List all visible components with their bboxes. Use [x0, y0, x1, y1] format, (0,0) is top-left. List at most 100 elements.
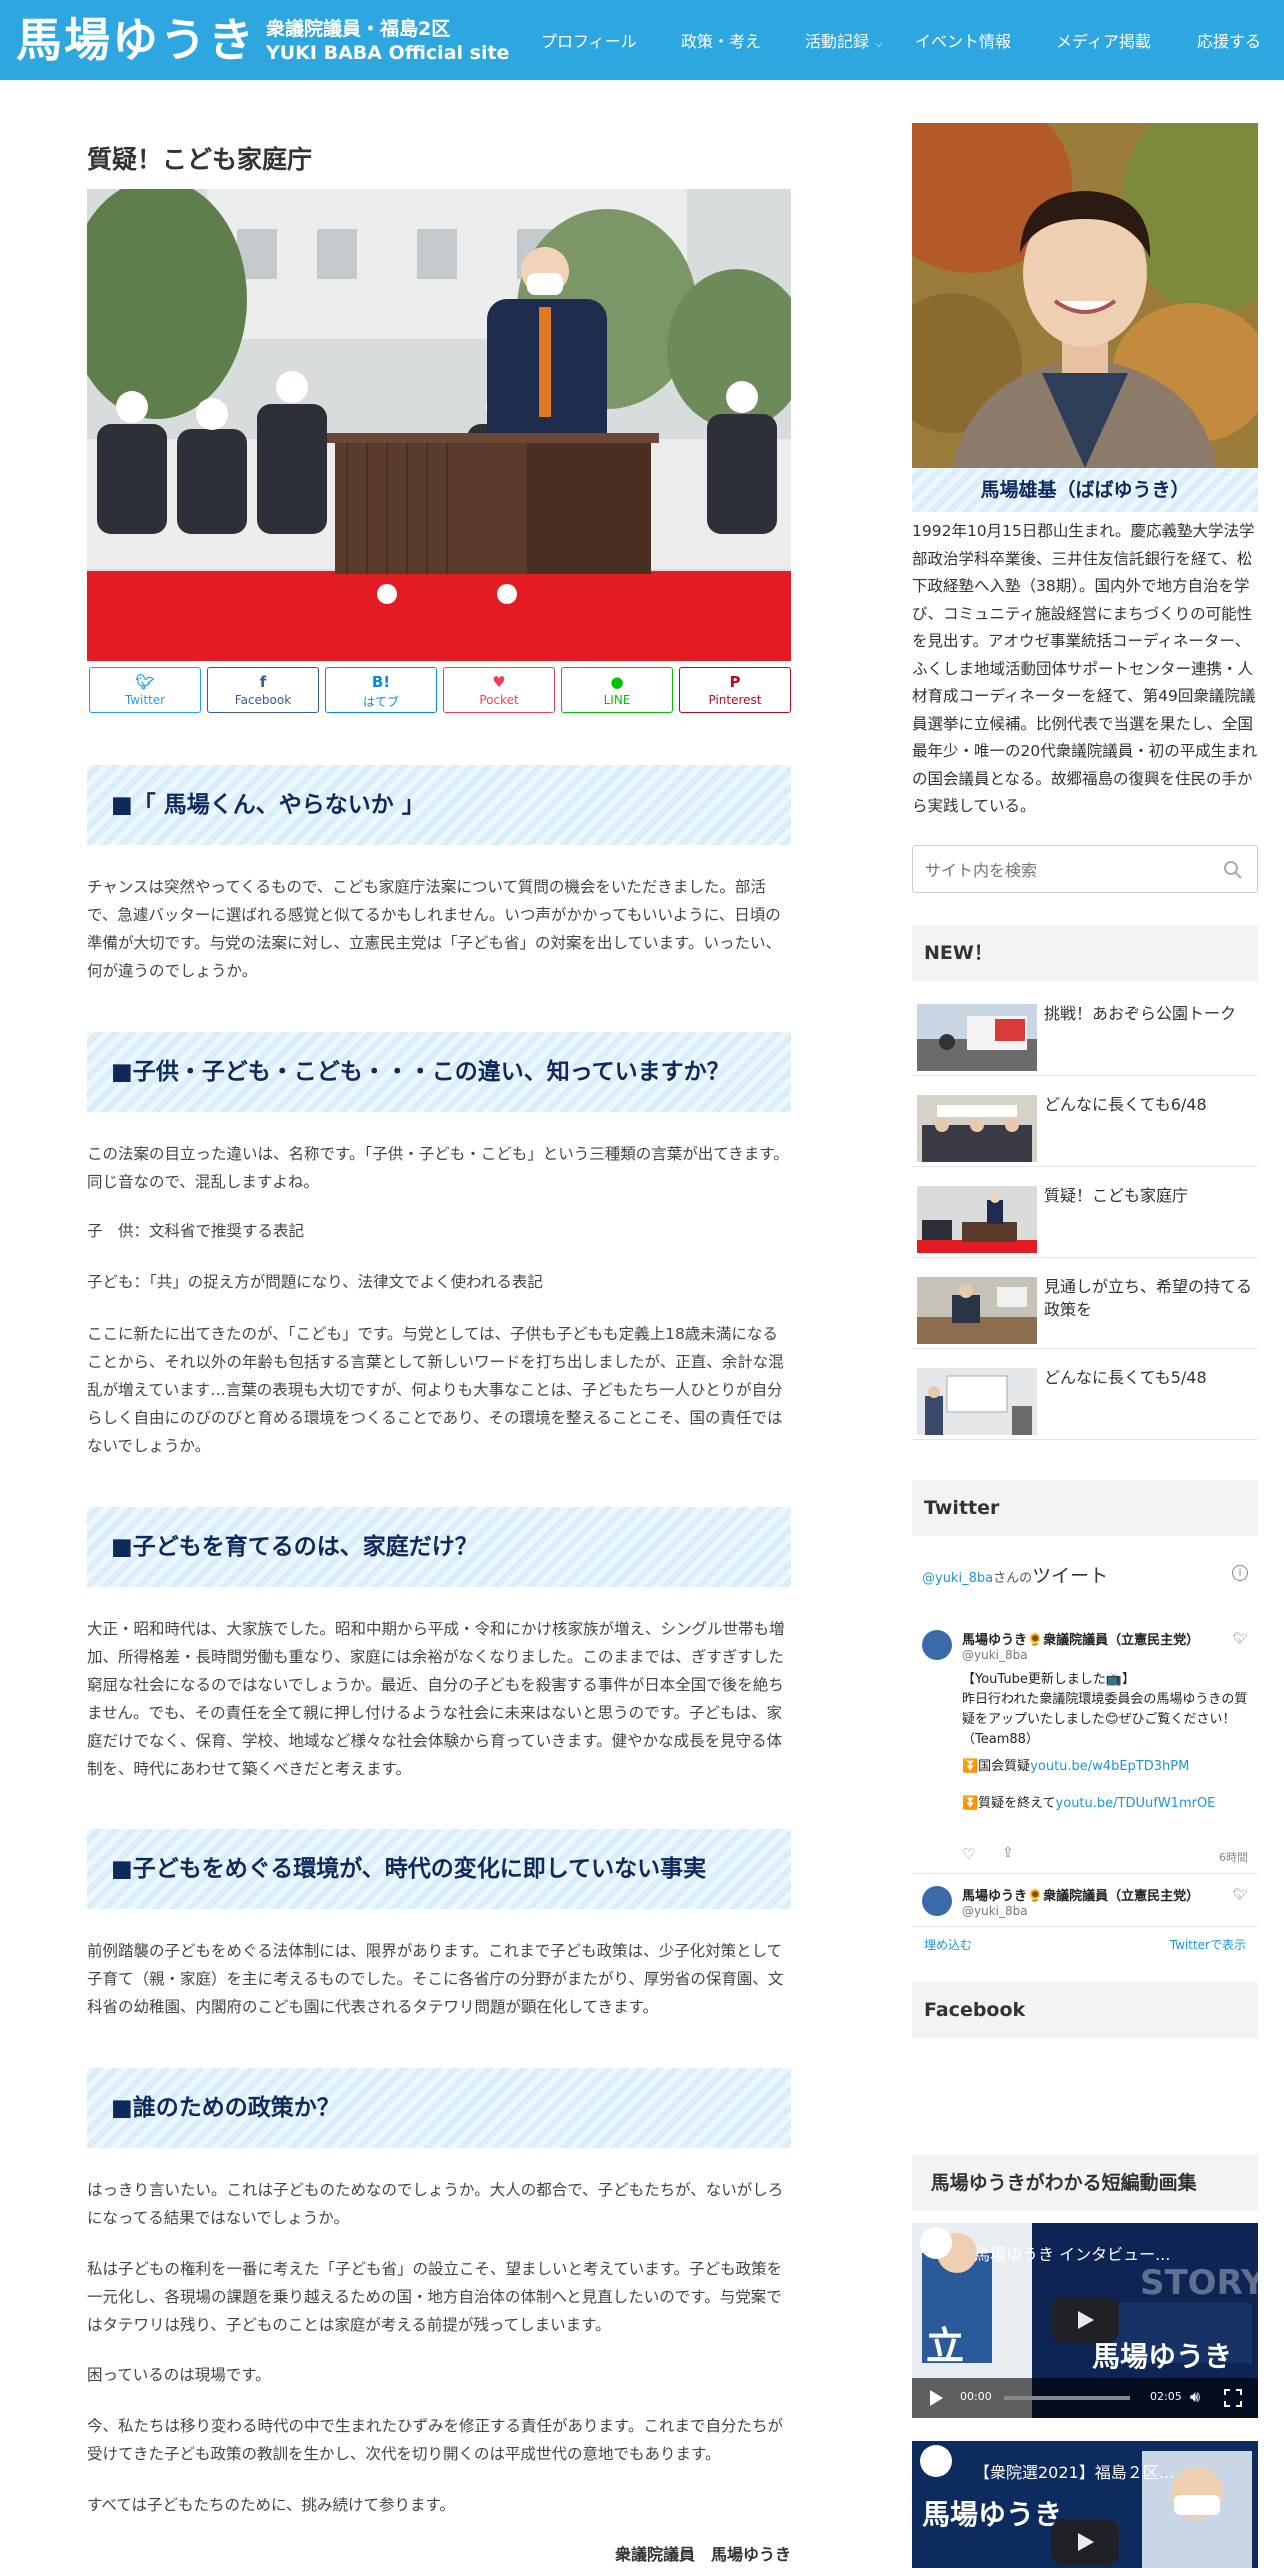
site-header: 馬場ゆうき 衆議院議員・福島2区 YUKI BABA Official site… — [0, 0, 1284, 80]
site-search — [912, 845, 1258, 893]
twitter-icon: 🐦︎ — [135, 673, 155, 691]
new-list-item[interactable]: 見通しが立ち、希望の持てる政策を — [912, 1271, 1258, 1349]
like-icon[interactable]: ♡ — [962, 1845, 975, 1863]
new-list-item[interactable]: 質疑！こども家庭庁 — [912, 1180, 1258, 1258]
share-twitter-label: Twitter — [124, 693, 166, 707]
video-overlay-name: 馬場ゆうき — [922, 2498, 1063, 2531]
tweets-header-suffix: さんの — [993, 1571, 1033, 1586]
share-line-button[interactable]: ● LINE — [561, 667, 673, 713]
play-button[interactable] — [1051, 2297, 1119, 2343]
nav-item-support[interactable]: 応援する — [1197, 28, 1261, 52]
tweet-link[interactable]: youtu.be/TDUufW1mrOE — [1056, 1796, 1216, 1811]
divider — [912, 1926, 1258, 1927]
volume-icon[interactable]: 🔊︎ — [1190, 2387, 1200, 2407]
tweet-link-line: ⏬質疑を終えてyoutu.be/TDUufW1mrOE — [962, 1794, 1252, 1814]
new-list-item[interactable]: どんなに長くても5/48 — [912, 1362, 1258, 1440]
tweet-author-handle[interactable]: @yuki_8ba — [962, 1648, 1028, 1662]
video-progress-bar[interactable] — [1004, 2396, 1130, 2400]
share-icon[interactable]: ⇪ — [1002, 1845, 1014, 1861]
video-title-text: 馬場ゆうきがわかる短編動画集 — [930, 2172, 1197, 2194]
video-controls: 00:00 02:05 🔊︎ — [912, 2378, 1258, 2418]
main-nav: プロフィール 政策・考え 活動記録 ⌵ イベント情報 メディア掲載 応援する — [0, 28, 1284, 52]
thumb-image — [917, 1004, 1037, 1071]
paragraph-10: 困っているのは現場です。 — [87, 2366, 271, 2384]
new-item-thumbnail[interactable] — [917, 1095, 1037, 1162]
tweet-link-prefix: ⏬質疑を終えて — [962, 1796, 1056, 1811]
nav-item-media[interactable]: メディア掲載 — [1056, 28, 1151, 52]
tweets-header-label: ツイート — [1032, 1565, 1109, 1587]
share-pocket-label: Pocket — [479, 693, 519, 707]
new-item-title[interactable]: 見通しが立ち、希望の持てる政策を — [1044, 1275, 1256, 1321]
share-hatena-label: はてブ — [362, 695, 399, 709]
paragraph-4: 子ども：「共」の捉え方が問題になり、法律文でよく使われる表記 — [87, 1273, 543, 1291]
video-title[interactable]: 馬場ゆうき インタビュー... — [974, 2241, 1170, 2265]
tweet-author-handle[interactable]: @yuki_8ba — [962, 1904, 1028, 1918]
share-pinterest-label: Pinterest — [708, 693, 762, 707]
play-icon — [1078, 2533, 1094, 2551]
share-line-label: LINE — [603, 693, 631, 707]
video-player[interactable]: 馬場ゆうき インタビュー... STORY 馬場ゆうき 立 00:00 02:0… — [912, 2223, 1258, 2418]
share-facebook-label: Facebook — [234, 693, 292, 707]
thumb-image — [917, 1277, 1037, 1344]
thumb-image — [917, 1186, 1037, 1253]
nav-item-events[interactable]: イベント情報 — [915, 28, 1011, 52]
line-icon: ● — [610, 673, 624, 691]
video-player[interactable]: 【衆院選2021】福島２区... 馬場ゆうき — [912, 2441, 1258, 2568]
nav-item-activity[interactable]: 活動記録 ⌵ — [805, 28, 883, 52]
share-pocket-button[interactable]: ♥ Pocket — [443, 667, 555, 713]
play-control-icon[interactable] — [926, 2388, 946, 2408]
tweet-timestamp[interactable]: 6時間 — [1219, 1849, 1248, 1865]
new-list-item[interactable]: どんなに長くても6/48 — [912, 1089, 1258, 1167]
new-list-item[interactable]: 挑戦！あおぞら公園トーク — [912, 998, 1258, 1076]
video-title-icon-left: ️ — [924, 2172, 931, 2194]
tweet-link[interactable]: youtu.be/w4bEpTD3hPM — [1030, 1759, 1189, 1774]
share-pinterest-button[interactable]: P Pinterest — [679, 667, 791, 713]
new-item-title[interactable]: 挑戦！あおぞら公園トーク — [1044, 1002, 1256, 1025]
tweet-text-line: 【YouTube更新しました📺】 — [962, 1672, 1136, 1687]
new-item-title[interactable]: どんなに長くても5/48 — [1044, 1366, 1256, 1389]
new-item-title[interactable]: 質疑！こども家庭庁 — [1044, 1184, 1256, 1207]
new-item-thumbnail[interactable] — [917, 1004, 1037, 1071]
tweets-header-handle[interactable]: @yuki_8ba — [922, 1571, 993, 1586]
tweets-header: @yuki_8baさんのツイート — [922, 1561, 1108, 1588]
video-title-icon-right: ️ — [1196, 2172, 1204, 2194]
section-heading-1: ■「 馬場くん、やらないか 」 — [87, 765, 791, 845]
paragraph-5: ここに新たに出てきたのが、「こども」です。与党としては、子供も子どもも定義上18… — [87, 1325, 784, 1455]
video-overlay-char: 立 — [926, 2324, 965, 2368]
profile-photo — [912, 123, 1258, 468]
play-button[interactable] — [1051, 2519, 1119, 2565]
nav-item-profile[interactable]: プロフィール — [541, 28, 637, 52]
share-twitter-button[interactable]: 🐦︎ Twitter — [89, 667, 201, 713]
tweet-author-name[interactable]: 馬場ゆうき🌻衆議院議員（立憲民主党） — [962, 1629, 1199, 1648]
hero-photo — [87, 189, 791, 661]
tweet-author-name[interactable]: 馬場ゆうき🌻衆議院議員（立憲民主党） — [962, 1885, 1199, 1904]
paragraph-8: はっきり言いたい。これは子どものためなのでしょうか。大人の都合で、子どもたちが、… — [87, 2181, 784, 2227]
new-item-title[interactable]: どんなに長くても6/48 — [1044, 1093, 1256, 1116]
section-heading-2: ■子供・子ども・こども・・・この違い、知っていますか？ — [87, 1032, 791, 1112]
share-hatena-button[interactable]: B! はてブ — [325, 667, 437, 713]
facebook-widget-title: Facebook — [912, 1982, 1258, 2038]
embed-link[interactable]: 埋め込む — [924, 1936, 972, 1953]
section-heading-4: ■子どもをめぐる環境が、時代の変化に即していない事実 — [87, 1829, 791, 1909]
paragraph-2: この法案の目立った違いは、名称です。「子供・子ども・こども」という三種類の言葉が… — [87, 1145, 789, 1191]
twitter-bird-icon: 🐦︎ — [1232, 1887, 1248, 1901]
view-on-twitter-link[interactable]: Twitterで表示 — [1170, 1936, 1246, 1953]
fullscreen-icon[interactable] — [1224, 2389, 1242, 2407]
nav-item-policy[interactable]: 政策・考え — [681, 28, 761, 52]
tweet-text-line: 昨日行われた衆議院環境委員会の馬場ゆうきの質疑をアップいたしました😊ぜひご覧くだ… — [962, 1692, 1248, 1747]
chevron-down-icon: ⌵ — [875, 39, 883, 50]
search-icon[interactable] — [1223, 860, 1243, 880]
share-facebook-button[interactable]: f Facebook — [207, 667, 319, 713]
search-input[interactable] — [925, 858, 1205, 882]
new-item-thumbnail[interactable] — [917, 1186, 1037, 1253]
thumb-image — [917, 1368, 1037, 1435]
video-title[interactable]: 【衆院選2021】福島２区... — [974, 2459, 1174, 2483]
signature: 衆議院議員 馬場ゆうき — [614, 2545, 791, 2564]
avatar[interactable] — [922, 1630, 952, 1660]
info-icon[interactable]: i — [1232, 1565, 1248, 1581]
new-item-thumbnail[interactable] — [917, 1277, 1037, 1344]
avatar[interactable] — [922, 1886, 952, 1916]
share-buttons: 🐦︎ Twitter f Facebook B! はてブ ♥ Pocket ● … — [89, 667, 791, 713]
paragraph-12: すべては子どもたちのために、挑み続けて参ります。 — [87, 2496, 455, 2514]
new-item-thumbnail[interactable] — [917, 1368, 1037, 1435]
